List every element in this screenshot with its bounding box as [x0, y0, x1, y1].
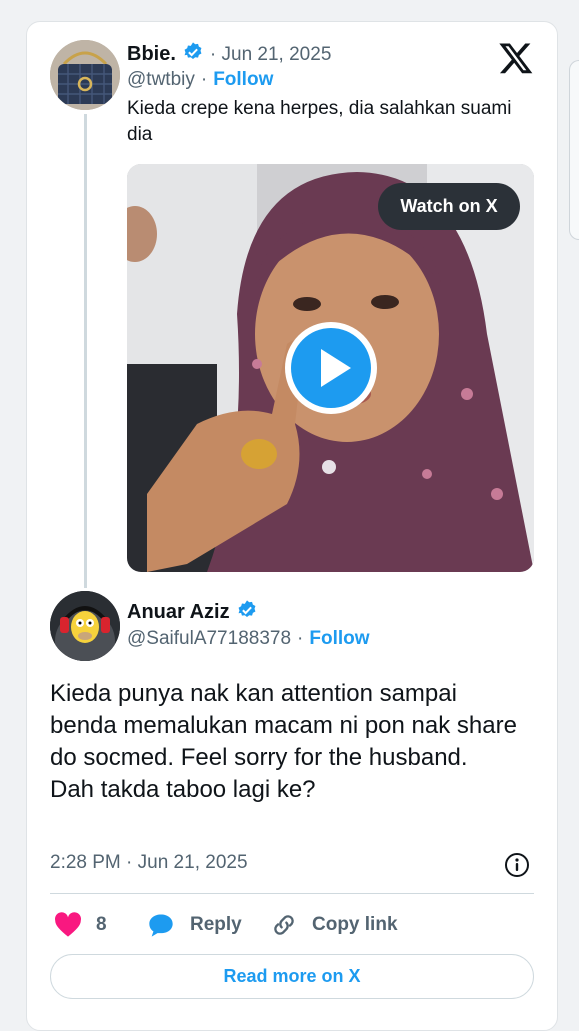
reply-bubble-icon — [149, 914, 173, 937]
follow-button[interactable]: Follow — [213, 69, 273, 91]
tweet-text: Kieda crepe kena herpes, dia salahkan su… — [127, 98, 512, 145]
separator: · — [200, 69, 208, 90]
link-icon — [274, 915, 294, 935]
heart-icon — [55, 912, 81, 937]
reply-header: Anuar Aziz — [127, 599, 258, 626]
info-icon[interactable] — [503, 851, 531, 879]
x-logo-icon[interactable] — [498, 40, 534, 76]
copy-link-button[interactable]: Copy link — [270, 906, 398, 944]
reply-author-avatar[interactable] — [50, 591, 120, 661]
reply-text: Kieda punya nak kan attention sampai ben… — [50, 680, 517, 803]
verified-badge-icon — [236, 599, 258, 626]
author-avatar[interactable] — [50, 40, 120, 110]
reply-label: Reply — [190, 914, 242, 935]
play-icon[interactable] — [283, 320, 379, 416]
tweet-header: Bbie. · Jun 21, 2025 — [127, 41, 331, 68]
like-count: 8 — [96, 914, 107, 935]
separator: · — [297, 628, 304, 649]
thread-connector-line — [84, 114, 87, 588]
verified-badge-icon — [182, 41, 204, 68]
author-handle[interactable]: @twtbiy — [127, 69, 195, 91]
reply-follow-button[interactable]: Follow — [309, 628, 369, 650]
like-button[interactable]: 8 — [54, 906, 107, 944]
reply-button[interactable]: Reply — [146, 906, 242, 944]
read-more-button[interactable]: Read more on X — [50, 954, 534, 999]
reply-timestamp[interactable]: 2:28 PM · Jun 21, 2025 — [50, 852, 248, 874]
divider — [50, 893, 534, 894]
tweet-handle-row: @twtbiy · Follow — [127, 69, 273, 91]
watch-on-x-button[interactable]: Watch on X — [378, 183, 520, 230]
side-panel-edge — [569, 60, 579, 240]
author-name[interactable]: Bbie. — [127, 43, 176, 66]
tweet-date[interactable]: · Jun 21, 2025 — [210, 44, 331, 66]
reply-handle-row: @SaifulA77188378 · Follow — [127, 628, 370, 650]
copy-link-label: Copy link — [312, 914, 398, 935]
reply-author-name[interactable]: Anuar Aziz — [127, 601, 230, 624]
reply-author-handle[interactable]: @SaifulA77188378 — [127, 628, 291, 650]
